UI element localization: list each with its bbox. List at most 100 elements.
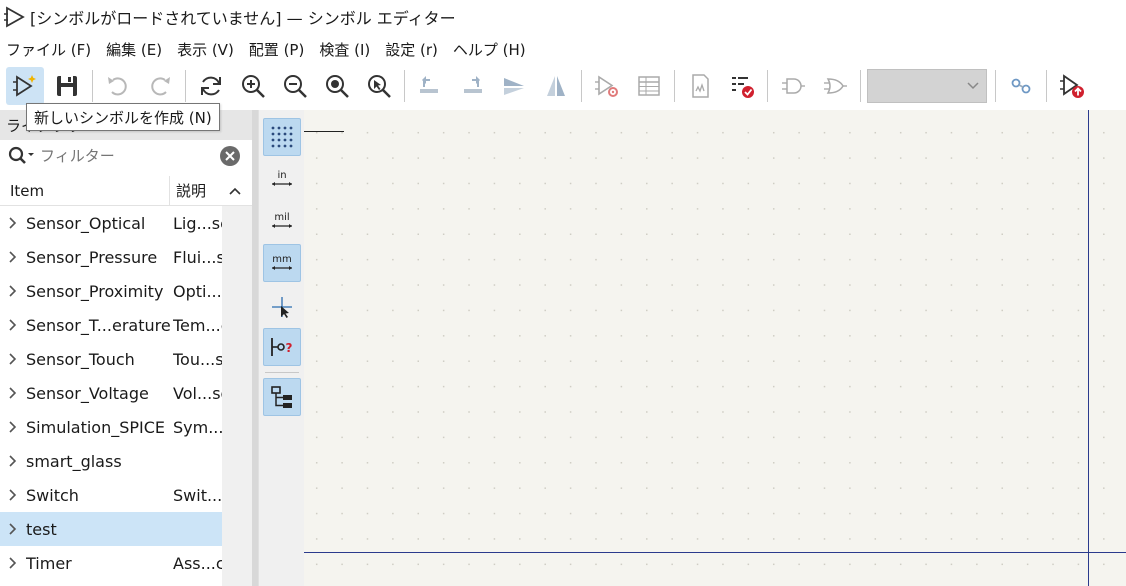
unit-selector-combo[interactable] — [867, 69, 987, 103]
library-tree: Sensor_Optical Lig...sc Sensor_Pressure Fl… — [0, 206, 222, 580]
list-item[interactable]: Sensor_Optical Lig...sc — [0, 206, 222, 240]
menu-edit[interactable]: 編集 (E) — [106, 39, 162, 60]
toolbar-separator — [860, 70, 861, 102]
library-name: Sensor_Voltage — [26, 383, 149, 403]
units-mil-button[interactable]: mil — [263, 202, 301, 240]
zoom-fit-button[interactable] — [318, 67, 356, 105]
list-item[interactable]: Sensor_Pressure Flui...s — [0, 240, 222, 274]
pin-type-visibility-button[interactable]: ? — [263, 328, 301, 366]
list-item[interactable]: Sensor_T...eratureTem...c — [0, 308, 222, 342]
datasheet-button[interactable] — [681, 67, 719, 105]
symbol-canvas[interactable] — [304, 110, 1126, 586]
refresh-icon — [201, 76, 221, 96]
pin-link-button[interactable] — [1002, 67, 1040, 105]
library-name: test — [26, 519, 57, 539]
library-description: Tou...s — [173, 349, 222, 369]
pin-link-icon — [1011, 78, 1031, 94]
column-header-description[interactable]: 説明 — [170, 180, 222, 201]
left-toolbar-separator — [265, 372, 299, 373]
chevron-right-icon[interactable] — [0, 523, 26, 535]
chevron-right-icon[interactable] — [0, 557, 26, 569]
rotate-cw-button[interactable] — [453, 67, 491, 105]
library-description: Lig...sc — [173, 213, 222, 233]
list-item[interactable]: Timer Ass...c — [0, 546, 222, 580]
library-description: Flui...s — [173, 247, 222, 267]
zoom-selection-button[interactable] — [360, 67, 398, 105]
body-style-standard-button[interactable] — [774, 67, 812, 105]
pin-table-button[interactable] — [630, 67, 668, 105]
library-scrollbar[interactable] — [222, 206, 252, 586]
list-item-selected[interactable]: test — [0, 512, 222, 546]
rotate-ccw-button[interactable] — [411, 67, 449, 105]
library-description: Swit...c — [173, 485, 222, 505]
units-mm-button[interactable]: mm — [263, 244, 301, 282]
chevron-right-icon[interactable] — [0, 387, 26, 399]
grid-toggle-button[interactable] — [263, 118, 301, 156]
chevron-right-icon[interactable] — [0, 251, 26, 263]
menu-preferences[interactable]: 設定 (r) — [385, 39, 438, 60]
toolbar-separator — [767, 70, 768, 102]
menu-inspect[interactable]: 検査 (I) — [319, 39, 370, 60]
list-item[interactable]: Sensor_Proximity Opti...c — [0, 274, 222, 308]
column-header-item[interactable]: Item — [0, 176, 170, 205]
hierarchy-navigator-button[interactable] — [263, 378, 301, 416]
menu-view[interactable]: 表示 (V) — [177, 39, 234, 60]
units-inch-button[interactable]: in — [263, 160, 301, 198]
save-button[interactable] — [48, 67, 86, 105]
chevron-right-icon[interactable] — [0, 421, 26, 433]
options-toolbar: in mil mm ? — [258, 110, 304, 586]
menu-file[interactable]: ファイル (F) — [6, 39, 91, 60]
library-description: Ass...c — [173, 553, 222, 573]
menu-place[interactable]: 配置 (P) — [249, 39, 305, 60]
update-symbol-icon — [1060, 74, 1084, 98]
library-name: Sensor_Touch — [26, 349, 135, 369]
new-symbol-button[interactable] — [6, 67, 44, 105]
list-item[interactable]: Sensor_Voltage Vol...sc — [0, 376, 222, 410]
library-name: Sensor_T...erature — [26, 315, 171, 335]
library-name: Sensor_Optical — [26, 213, 146, 233]
list-item[interactable]: Simulation_SPICE Sym...c — [0, 410, 222, 444]
mirror-horizontal-button[interactable] — [537, 67, 575, 105]
rotate-ccw-icon — [420, 76, 438, 93]
undo-icon — [108, 77, 127, 96]
full-crosshair-button[interactable] — [263, 288, 301, 326]
zoom-out-button[interactable] — [276, 67, 314, 105]
body-style-de-morgan-alternate-icon — [824, 78, 847, 94]
redo-button[interactable] — [141, 67, 179, 105]
library-panel: ライブラリ Item 説明 Sensor_OpticalLig...sc Sen… — [0, 110, 252, 586]
body-style-alternate-button[interactable] — [816, 67, 854, 105]
chevron-right-icon[interactable] — [0, 285, 26, 297]
search-icon[interactable] — [4, 142, 40, 170]
library-name: Simulation_SPICE — [26, 417, 166, 437]
library-description: Sym...c — [173, 417, 222, 437]
symbol-properties-button[interactable] — [588, 67, 626, 105]
toolbar-separator — [1046, 70, 1047, 102]
symbol-properties-icon — [595, 75, 618, 97]
library-description: Opti...c — [173, 281, 222, 301]
menu-help[interactable]: ヘルプ (H) — [453, 39, 526, 60]
refresh-button[interactable] — [192, 67, 230, 105]
clear-filter-icon[interactable] — [218, 144, 242, 168]
update-symbol-button[interactable] — [1053, 67, 1091, 105]
list-item[interactable]: Switch Swit...c — [0, 478, 222, 512]
filter-input[interactable] — [40, 147, 200, 165]
chevron-right-icon[interactable] — [0, 353, 26, 365]
hierarchy-tree-icon — [271, 386, 292, 408]
new-symbol-tooltip: 新しいシンボルを作成 (N) — [26, 103, 220, 131]
zoom-in-button[interactable] — [234, 67, 272, 105]
undo-button[interactable] — [99, 67, 137, 105]
scroll-up-icon[interactable] — [222, 186, 248, 196]
list-item[interactable]: Sensor_Touch Tou...s — [0, 342, 222, 376]
list-item[interactable]: smart_glass — [0, 444, 222, 478]
chevron-right-icon[interactable] — [0, 489, 26, 501]
chevron-right-icon[interactable] — [0, 455, 26, 467]
toolbar-separator — [995, 70, 996, 102]
svg-text:?: ? — [286, 341, 293, 355]
chevron-right-icon[interactable] — [0, 319, 26, 331]
symbol-checker-button[interactable] — [723, 67, 761, 105]
zoom-out-icon — [284, 75, 307, 98]
chevron-right-icon[interactable] — [0, 217, 26, 229]
mirror-vertical-button[interactable] — [495, 67, 533, 105]
units-inch-icon: in — [272, 170, 292, 186]
toolbar-separator — [92, 70, 93, 102]
